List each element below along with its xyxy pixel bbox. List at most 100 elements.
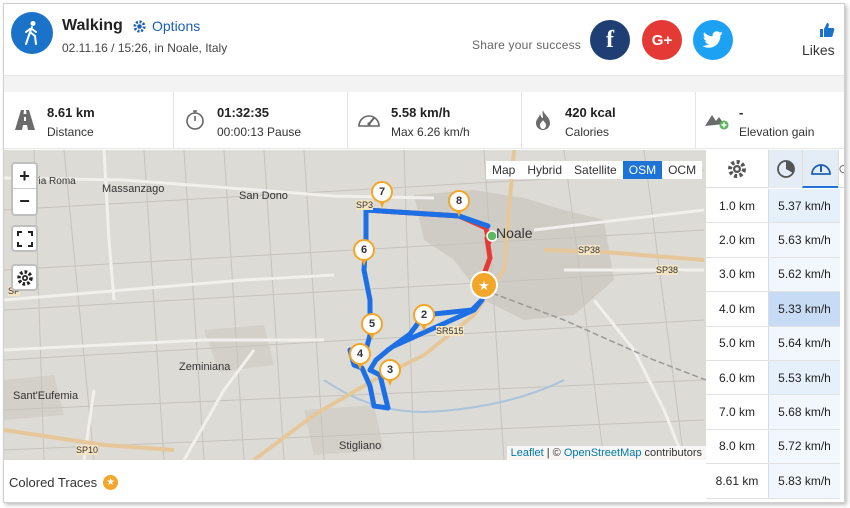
thumbs-up-icon[interactable]	[819, 22, 835, 43]
table-row: 8.61 km 5.83 km/h	[706, 464, 844, 499]
layer-ocm[interactable]: OCM	[662, 161, 702, 179]
table-row: 3.0 km 5.62 km/h	[706, 257, 844, 293]
stat-value: 5.58 km/h	[391, 105, 451, 120]
table-row: 4.0 km 5.33 km/h	[706, 292, 844, 327]
split-distance: 4.0 km	[706, 292, 768, 326]
split-distance: 5.0 km	[706, 326, 768, 360]
stat-speed: 5.58 km/h Max 6.26 km/h	[348, 92, 522, 149]
table-row: 5.0 km 5.64 km/h	[706, 326, 844, 361]
map-label-sp38: SP38	[578, 245, 601, 255]
google-plus-icon: G+	[651, 31, 673, 49]
layer-hybrid[interactable]: Hybrid	[521, 161, 568, 179]
map-attribution: Leaflet | © OpenStreetMap contributors	[506, 446, 706, 460]
twitter-share-button[interactable]	[693, 20, 733, 60]
stopwatch-icon	[182, 107, 208, 133]
gear-icon	[728, 160, 746, 178]
zoom-out-button[interactable]: −	[13, 189, 36, 214]
colored-traces-toggle[interactable]: Colored Traces ★	[4, 460, 706, 502]
split-speed: 5.83 km/h	[768, 464, 840, 498]
stat-distance: 8.61 km Distance	[4, 92, 174, 149]
map-label-via-roma: Via Roma	[32, 176, 76, 187]
map-tiles: ★	[4, 150, 706, 460]
map-settings-button[interactable]	[11, 264, 38, 291]
star-icon: ★	[103, 474, 119, 490]
split-speed: 5.64 km/h	[768, 326, 840, 360]
split-speed: 5.72 km/h	[768, 429, 840, 464]
stat-duration: 01:32:35 00:00:13 Pause	[174, 92, 348, 149]
options-label: Options	[152, 18, 201, 34]
split-speed: 5.33 km/h	[768, 292, 840, 326]
options-link[interactable]: Options	[132, 18, 200, 34]
zoom-in-button[interactable]: +	[13, 164, 36, 189]
facebook-share-button[interactable]: f	[590, 20, 630, 60]
table-row: 2.0 km 5.63 km/h	[706, 223, 844, 258]
map-label-sp10: SP10	[76, 445, 99, 455]
stat-label: Distance	[47, 125, 94, 139]
layer-satellite[interactable]: Satellite	[568, 161, 623, 179]
share-text: Share your success	[472, 38, 581, 52]
layer-map[interactable]: Map	[486, 161, 521, 179]
stat-elevation: - Elevation gain	[696, 92, 844, 149]
layer-osm[interactable]: OSM	[622, 161, 663, 179]
route-marker-6[interactable]: 6	[353, 239, 375, 266]
speedometer-icon	[810, 164, 831, 175]
tab-settings[interactable]	[706, 150, 768, 188]
splits-table: 1.0 km 5.37 km/h 2.0 km 5.63 km/h 3.0 km 5.…	[706, 189, 844, 499]
stat-label: Max 6.26 km/h	[391, 125, 470, 139]
route-marker-4[interactable]: 4	[349, 343, 371, 370]
attribution-contributors: contributors	[641, 447, 702, 459]
route-marker-7[interactable]: 7	[371, 181, 393, 208]
split-distance: 8.0 km	[706, 429, 768, 464]
route-marker-2[interactable]: 2	[413, 304, 435, 331]
activity-subtitle: 02.11.16 / 15:26, in Noale, Italy	[62, 41, 228, 55]
layer-switcher: Map Hybrid Satellite OSM OCM	[486, 161, 703, 179]
map-label-sant-eufemia: Sant'Eufemia	[13, 390, 79, 402]
flame-icon	[530, 107, 556, 133]
table-row: 8.0 km 5.72 km/h	[706, 429, 844, 465]
table-row: 6.0 km 5.53 km/h	[706, 360, 844, 396]
stat-calories: 420 kcal Calories	[522, 92, 696, 149]
likes-label: Likes	[802, 42, 835, 58]
leaflet-link[interactable]: Leaflet	[511, 447, 544, 459]
road-icon	[12, 107, 38, 133]
tab-more[interactable]	[838, 150, 844, 188]
stat-label: Elevation gain	[739, 125, 815, 139]
fullscreen-icon	[16, 230, 33, 247]
stat-value: 01:32:35	[217, 105, 270, 120]
twitter-icon	[702, 31, 723, 48]
google-plus-share-button[interactable]: G+	[642, 20, 682, 60]
splits-tabs	[706, 150, 844, 188]
fullscreen-button[interactable]	[11, 225, 38, 252]
split-speed: 5.62 km/h	[768, 257, 840, 292]
stats-separator	[4, 76, 844, 92]
route-map[interactable]: ★ Via Roma Massanzago San Dono SP3 Noale…	[4, 150, 706, 460]
route-marker-3[interactable]: 3	[379, 359, 401, 386]
facebook-icon: f	[606, 26, 614, 53]
osm-link[interactable]: OpenStreetMap	[564, 447, 642, 459]
colored-traces-label: Colored Traces	[9, 474, 98, 490]
zoom-control: + −	[11, 162, 38, 216]
route-marker-5[interactable]: 5	[361, 313, 383, 340]
activity-title: Walking	[62, 17, 123, 34]
split-distance: 7.0 km	[706, 395, 768, 429]
map-label-stigliano: Stigliano	[339, 440, 382, 452]
split-speed: 5.53 km/h	[768, 360, 840, 395]
route-marker-8[interactable]: 8	[448, 190, 470, 217]
gear-icon	[16, 269, 33, 286]
stats-row: 8.61 km Distance 01:32:35 00:00:13 Pause…	[4, 92, 844, 149]
tab-speed[interactable]	[802, 150, 838, 188]
table-row: 7.0 km 5.68 km/h	[706, 395, 844, 430]
split-distance: 8.61 km	[706, 464, 768, 498]
split-speed: 5.68 km/h	[768, 395, 840, 429]
table-scrollbar[interactable]	[840, 189, 844, 502]
map-label-sp3: SP3	[356, 200, 374, 210]
stat-label: 00:00:13 Pause	[217, 125, 302, 139]
tab-pace[interactable]	[768, 150, 802, 188]
attribution-sep: | ©	[543, 447, 564, 459]
split-speed: 5.37 km/h	[768, 189, 840, 223]
pie-chart-icon	[776, 160, 795, 178]
stat-label: Calories	[565, 125, 610, 139]
map-label-sp38: SP38	[656, 265, 679, 275]
stat-value: -	[739, 105, 744, 120]
split-distance: 6.0 km	[706, 360, 768, 395]
